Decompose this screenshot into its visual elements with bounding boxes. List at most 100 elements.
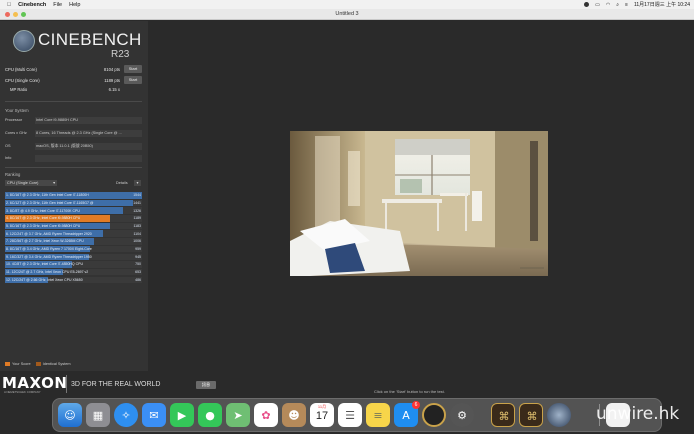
ranking-row[interactable]: 11. 12C/24T @ 2.7 GHz, Intel Xeon CPU E5…: [5, 268, 142, 276]
maps-icon[interactable]: ➤: [226, 403, 250, 427]
menubar-clock[interactable]: 11月17日週三 上午 10:24: [634, 1, 690, 8]
photos-icon[interactable]: ✿: [254, 403, 278, 427]
game2-icon[interactable]: ⌘: [519, 403, 543, 427]
calendar-icon[interactable]: 11月 17: [310, 403, 334, 427]
menubar-status: ▭ ◠ ⌕ ≡ 11月17日週三 上午 10:24: [584, 0, 690, 9]
ranking-score: 1006: [133, 239, 141, 244]
cinebench-icon[interactable]: [547, 403, 571, 427]
ranking-score: 1183: [133, 223, 141, 228]
score-row-single: CPU (Single Core) 1189 pts Start: [5, 76, 142, 85]
ranking-score: 653: [135, 270, 141, 275]
ranking-score: 750: [135, 262, 141, 267]
system-key: Info: [5, 156, 12, 160]
mail-icon[interactable]: ✉: [142, 403, 166, 427]
finder-icon[interactable]: ☺: [58, 403, 82, 427]
ranking-label: 8. 8C/16T @ 3.4 GHz, AMD Ryzen 7 1700X E…: [6, 247, 92, 251]
battery-icon[interactable]: ▭: [595, 2, 600, 8]
contacts-icon[interactable]: ☻: [282, 403, 306, 427]
menubar:  Cinebench File Help ▭ ◠ ⌕ ≡ 11月17日週三 上…: [0, 0, 694, 9]
notes-icon[interactable]: ≡: [366, 403, 390, 427]
launchpad-icon[interactable]: ▦: [86, 403, 110, 427]
start-single-button[interactable]: Start: [124, 76, 142, 84]
system-value: Intel Core i9-9880H CPU: [35, 117, 142, 124]
info-field[interactable]: [35, 155, 142, 162]
ranking-row[interactable]: 4. 8C/16T @ 2.3 GHz, Intel Core i9-9880H…: [5, 215, 142, 222]
cinema-icon[interactable]: [422, 403, 446, 427]
wifi-icon[interactable]: ◠: [606, 2, 610, 8]
ranking-type-select[interactable]: CPU (Single Core) ▾: [5, 180, 57, 186]
facetime-icon[interactable]: ▶: [170, 403, 194, 427]
system-key: Cores x GHz: [5, 131, 27, 135]
system-preferences-icon[interactable]: ⚙: [450, 403, 474, 427]
ranking-score: 959: [135, 247, 141, 251]
start-multi-button[interactable]: Start: [124, 65, 142, 73]
ranking-row[interactable]: 10. 4C/8T @ 2.3 GHz, Intel Core i7-4850H…: [5, 261, 142, 268]
ranking-row[interactable]: 2. 6C/12T @ 2.3 GHz, 11th Gen Intel Core…: [5, 199, 142, 207]
macos-dock: ☺ ▦ ✧ ✉ ▶ ● ➤ ✿ ☻ 11月 17 ☰ ≡ A 6 ⚙ ⌘ ⌘: [52, 398, 662, 432]
reminders-icon[interactable]: ☰: [338, 403, 362, 427]
start-hint-text: Click on the 'Start' button to run the t…: [374, 389, 445, 394]
ranking-score: 1104: [133, 231, 141, 236]
status-icon[interactable]: [584, 2, 590, 7]
ranking-score: 945: [135, 254, 141, 259]
ranking-label: 3. 8C/8T @ 4.9 GHz, Intel Core i7-11700K…: [6, 208, 80, 213]
ranking-row[interactable]: 12. 12C/24T @ 2.66 GHz, Intel Xeon CPU X…: [5, 276, 142, 284]
ranking-label: 10. 4C/8T @ 2.3 GHz, Intel Core i7-4850H…: [6, 262, 84, 267]
score-row-ratio: MP Ratio 6.15 x: [5, 85, 142, 94]
footer-divider: [66, 375, 67, 393]
game1-icon[interactable]: ⌘: [491, 403, 515, 427]
ranking-label: 2. 6C/12T @ 2.3 GHz, 11th Gen Intel Core…: [6, 200, 94, 205]
ranking-row[interactable]: 8. 8C/16T @ 3.4 GHz, AMD Ryzen 7 1700X E…: [5, 245, 142, 253]
ranking-row[interactable]: 7. 28C/56T @ 2.7 GHz, Intel Xeon W-3265M…: [5, 238, 142, 245]
app-store-badge: 6: [412, 401, 420, 409]
ranking-score: 1326: [133, 208, 141, 213]
ranking-row[interactable]: 6. 12C/24T @ 3.7 GHz, AMD Ryzen Threadri…: [5, 230, 142, 238]
zoom-window-button[interactable]: [21, 12, 26, 17]
apple-icon[interactable]: : [7, 2, 11, 8]
ranking-title: Ranking: [5, 172, 21, 177]
footer-bar: MAXON A NEMETSCHEK COMPANY 3D FOR THE RE…: [0, 371, 694, 397]
score-label: MP Ratio: [10, 87, 28, 92]
ranking-list: 1. 8C/16T @ 2.3 GHz, 11th Gen Intel Core…: [5, 192, 142, 284]
ranking-label: 9. 16C/32T @ 3.4 GHz, AMD Ryzen Threadri…: [6, 254, 92, 259]
legend-your-score: Your Score: [5, 362, 31, 366]
screen:  Cinebench File Help ▭ ◠ ⌕ ≡ 11月17日週三 上…: [0, 0, 694, 434]
chevron-down-icon: ▾: [53, 181, 55, 185]
legend-identical-label: Identical System: [42, 362, 71, 366]
score-value: 8104 pts: [103, 67, 120, 72]
ranking-label: 12. 12C/24T @ 2.66 GHz, Intel Xeon CPU X…: [6, 277, 83, 282]
menu-app-name[interactable]: Cinebench: [18, 2, 46, 8]
ranking-score: 1544: [133, 193, 141, 198]
system-row-os: OS macOS, 版本 11.0.1 (版號 20B50): [5, 143, 142, 150]
divider: [5, 167, 142, 168]
search-icon[interactable]: ⌕: [616, 2, 619, 8]
window-title: Untitled 3: [335, 11, 359, 17]
details-label: Details: [116, 181, 128, 185]
messages-icon[interactable]: ●: [198, 403, 222, 427]
safari-icon[interactable]: ✧: [114, 403, 138, 427]
ranking-score: 1441: [133, 200, 141, 205]
minimize-window-button[interactable]: [13, 12, 18, 17]
menu-file[interactable]: File: [53, 2, 62, 8]
close-window-button[interactable]: [5, 12, 10, 17]
score-row-multi: CPU (Multi Core) 8104 pts Start: [5, 65, 142, 74]
render-viewport: [290, 131, 548, 276]
app-store-icon[interactable]: A 6: [394, 401, 420, 427]
control-center-icon[interactable]: ≡: [625, 2, 628, 8]
ranking-row[interactable]: 5. 8C/16T @ 2.3 GHz, Intel Core i9-9880H…: [5, 222, 142, 230]
score-value: 6.15 x: [108, 87, 120, 92]
ranking-label: 4. 8C/16T @ 2.3 GHz, Intel Core i9-9880H…: [6, 216, 81, 221]
menu-help[interactable]: Help: [69, 2, 80, 8]
system-row-processor: Processor Intel Core i9-9880H CPU: [5, 117, 142, 124]
ranking-legend: Your Score Identical System: [5, 362, 71, 366]
ranking-label: 5. 8C/16T @ 2.3 GHz, Intel Core i9-9880H…: [6, 223, 81, 228]
ranking-label: 11. 12C/24T @ 2.7 GHz, Intel Xeon CPU E5…: [6, 270, 89, 275]
ranking-row[interactable]: 9. 16C/32T @ 3.4 GHz, AMD Ryzen Threadri…: [5, 253, 142, 261]
ranking-label: 6. 12C/24T @ 3.7 GHz, AMD Ryzen Threadri…: [6, 231, 92, 236]
ranking-row[interactable]: 1. 8C/16T @ 2.3 GHz, 11th Gen Intel Core…: [5, 192, 142, 199]
details-toggle-button[interactable]: ▾: [134, 180, 141, 186]
system-title: Your System: [5, 108, 29, 113]
system-value: macOS, 版本 11.0.1 (版號 20B50): [35, 143, 142, 150]
ranking-row[interactable]: 3. 8C/8T @ 4.9 GHz, Intel Core i7-11700K…: [5, 207, 142, 214]
system-key: Processor: [5, 118, 23, 122]
